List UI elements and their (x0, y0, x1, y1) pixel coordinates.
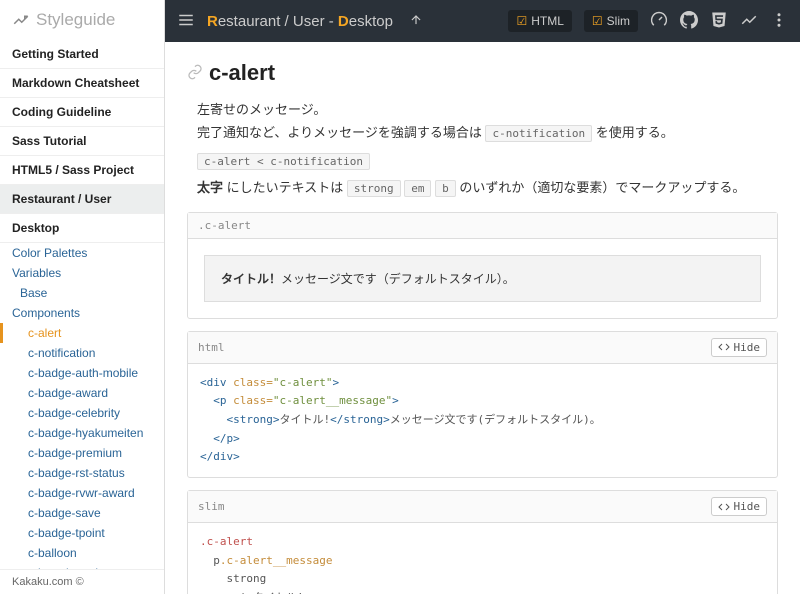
anchor-icon[interactable] (187, 64, 203, 83)
github-icon[interactable] (680, 11, 698, 32)
nav-sass[interactable]: Sass Tutorial (0, 127, 164, 156)
hide-slim-button[interactable]: Hide (711, 497, 768, 516)
block-html: html Hide <div class="c-alert"> <p class… (187, 331, 778, 478)
nav-color-palettes[interactable]: Color Palettes (0, 243, 164, 263)
nav-c-balloon[interactable]: c-balloon (0, 543, 164, 563)
nav-c-badge-tpoint[interactable]: c-badge-tpoint (0, 523, 164, 543)
code-icon (718, 501, 730, 513)
gauge-icon[interactable] (650, 11, 668, 32)
html5-icon[interactable] (710, 11, 728, 32)
nav-html5[interactable]: HTML5 / Sass Project (0, 156, 164, 185)
nav-c-badge-celebrity[interactable]: c-badge-celebrity (0, 403, 164, 423)
block-slim: slim Hide .c-alert p.c-alert__message st… (187, 490, 778, 594)
nav-c-notification[interactable]: c-notification (0, 343, 164, 363)
nav-desktop[interactable]: Desktop (0, 214, 164, 243)
nav-c-badge-save[interactable]: c-badge-save (0, 503, 164, 523)
code-c-notification: c-notification (485, 125, 592, 142)
nav-components[interactable]: Components (0, 303, 164, 323)
slim-code: .c-alert p.c-alert__message strong | タイト… (188, 523, 777, 594)
slim-label: slim (198, 500, 225, 513)
nav-c-badge-premium[interactable]: c-badge-premium (0, 443, 164, 463)
nav-restaurant[interactable]: Restaurant / User (0, 185, 164, 214)
hamburger-icon[interactable] (177, 11, 195, 32)
nav-c-badge-auth-mobile[interactable]: c-badge-auth-mobile (0, 363, 164, 383)
toggle-slim[interactable]: ☑Slim (584, 10, 638, 32)
description: 左寄せのメッセージ。 完了通知など、よりメッセージを強調する場合は c-noti… (197, 98, 778, 200)
up-arrow-icon[interactable] (409, 13, 423, 30)
code-icon (718, 341, 730, 353)
block-preview-1: .c-alert タイトル！メッセージ文です（デフォルトスタイル）。 (187, 212, 778, 319)
nav-c-badge-hyakumeiten[interactable]: c-badge-hyakumeiten (0, 423, 164, 443)
nav-c-badge-rst-status[interactable]: c-badge-rst-status (0, 463, 164, 483)
nav-c-badge-award[interactable]: c-badge-award (0, 383, 164, 403)
nav-c-alert[interactable]: c-alert (0, 323, 164, 343)
content: c-alert 左寄せのメッセージ。 完了通知など、よりメッセージを強調する場合… (165, 42, 800, 594)
topbar: Restaurant / User - Desktop ☑HTML ☑Slim (165, 0, 800, 42)
sidebar: Styleguide Getting Started Markdown Chea… (0, 0, 165, 594)
page-title: c-alert (209, 60, 275, 86)
more-icon[interactable] (770, 11, 788, 32)
brand-text: Styleguide (36, 10, 115, 30)
nav-base[interactable]: Base (0, 283, 164, 303)
nav-variables[interactable]: Variables (0, 263, 164, 283)
html-label: html (198, 341, 225, 354)
html-code: <div class="c-alert"> <p class="c-alert_… (188, 364, 777, 477)
block-label-1: .c-alert (188, 213, 777, 239)
hide-html-button[interactable]: Hide (711, 338, 768, 357)
toggle-html[interactable]: ☑HTML (508, 10, 571, 32)
nav-coding[interactable]: Coding Guideline (0, 98, 164, 127)
preview-box-1: タイトル！メッセージ文です（デフォルトスタイル）。 (204, 255, 761, 302)
nav-getting-started[interactable]: Getting Started (0, 40, 164, 69)
logo: Styleguide (0, 0, 164, 40)
breadcrumb: Restaurant / User - Desktop (207, 13, 393, 30)
nav-c-badge-rvwr-award[interactable]: c-badge-rvwr-award (0, 483, 164, 503)
code-relation: c-alert < c-notification (197, 153, 370, 170)
main: Restaurant / User - Desktop ☑HTML ☑Slim (165, 0, 800, 594)
nav-markdown[interactable]: Markdown Cheatsheet (0, 69, 164, 98)
logo-icon (12, 11, 30, 29)
sidebar-footer: Kakaku.com © (0, 569, 164, 594)
tool-icon[interactable] (740, 11, 758, 32)
